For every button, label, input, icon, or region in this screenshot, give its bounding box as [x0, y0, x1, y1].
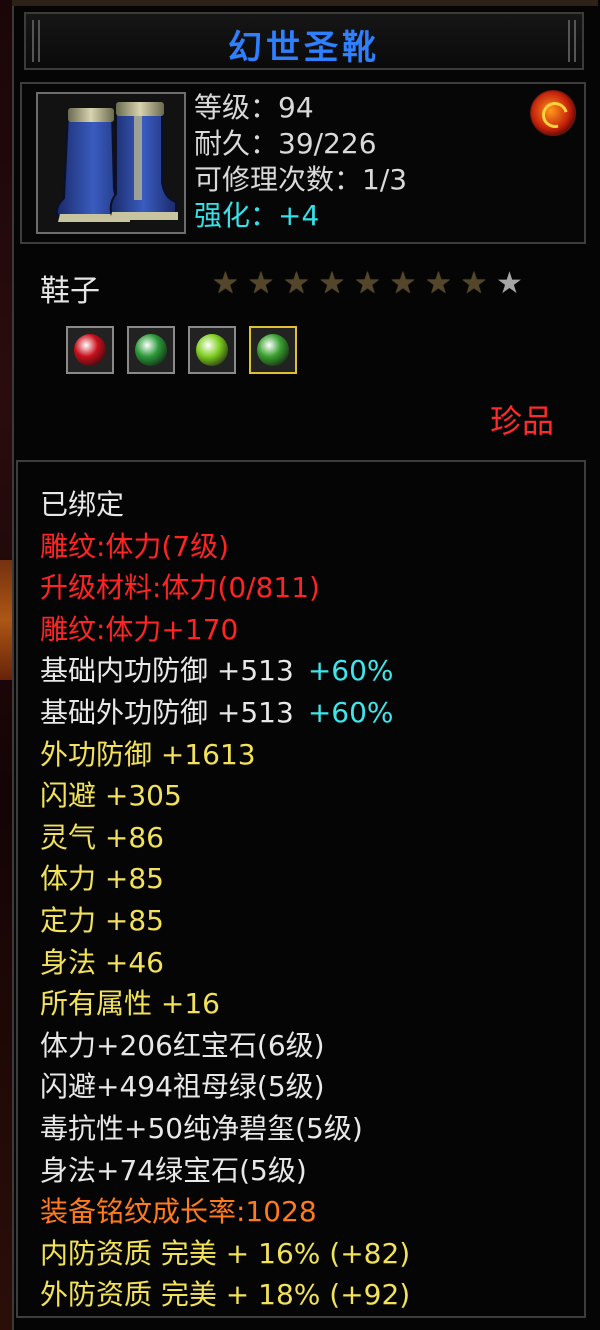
background-left-edge	[0, 0, 12, 1330]
gem-core	[196, 334, 228, 366]
ruby-gem-icon[interactable]	[66, 326, 114, 374]
boots-icon	[36, 92, 186, 234]
attribute-line: 闪避 +305	[40, 775, 410, 817]
attribute-line: 外防资质 完美 + 18% (+92)	[40, 1274, 410, 1316]
star-icon: ★	[389, 266, 417, 301]
attribute-line: 体力 +85	[40, 858, 410, 900]
attribute-text: 体力 +85	[40, 862, 164, 896]
attribute-text: 身法+74绿宝石(5级)	[40, 1153, 307, 1187]
attribute-text: 外防资质 完美 + 18% (+92)	[40, 1278, 411, 1312]
star-icon: ★	[212, 266, 239, 301]
item-stat-line: 耐久：39/226	[194, 127, 377, 160]
attribute-list: 已绑定雕纹:体力(7级) 升级材料:体力(0/811) 雕纹:体力+170 基础内功防…	[40, 484, 410, 1316]
attribute-box: 已绑定雕纹:体力(7级) 升级材料:体力(0/811) 雕纹:体力+170 基础内功防…	[16, 460, 586, 1318]
attribute-percent: +60%	[307, 654, 394, 688]
item-info-box: 等级：94 耐久：39/226 可修理次数：1/3 强化：+4	[20, 82, 586, 244]
item-type: 鞋子	[40, 274, 100, 309]
star-icon: ★	[460, 266, 488, 301]
attribute-text: 基础内功防御 +513	[40, 654, 294, 688]
title-bar: 幻世圣靴	[24, 12, 584, 70]
jade-gem-icon[interactable]	[249, 326, 297, 374]
background-glow	[0, 560, 12, 680]
attribute-line: 基础外功防御 +513 +60%	[40, 692, 410, 734]
attribute-text: 闪避+494祖母绿(5级)	[40, 1070, 325, 1104]
gem-core	[135, 334, 167, 366]
attribute-text: 外功防御 +1613	[40, 737, 256, 771]
attribute-text: 内防资质 完美 + 16% (+82)	[40, 1236, 411, 1270]
item-name: 幻世圣靴	[228, 28, 380, 68]
boots-icon-graphic	[38, 94, 184, 232]
attribute-line: 外功防御 +1613	[40, 734, 410, 776]
attribute-text: 毒抗性+50纯净碧玺(5级)	[40, 1111, 363, 1145]
peridot-gem-icon[interactable]	[188, 326, 236, 374]
star-icon: ★	[425, 266, 452, 301]
attribute-text: 体力+206红宝石(6级)	[40, 1028, 325, 1062]
attribute-line: 毒抗性+50纯净碧玺(5级)	[40, 1108, 410, 1150]
attribute-line: 身法 +46	[40, 942, 410, 984]
attribute-line: 雕纹:体力+170	[40, 609, 410, 651]
star-icon: ★	[496, 266, 523, 301]
attribute-text: 定力 +85	[40, 903, 164, 937]
attribute-text: 升级材料:体力(0/811)	[40, 571, 320, 605]
attribute-text: 雕纹:体力+170	[40, 612, 239, 646]
attribute-text: 雕纹:体力(7级)	[40, 529, 230, 563]
item-stat-line: 等级：94	[194, 91, 314, 124]
attribute-line: 已绑定	[40, 484, 410, 526]
attribute-line: 雕纹:体力(7级)	[40, 526, 410, 568]
attribute-line: 灵气 +86	[40, 817, 410, 859]
fire-emblem-icon	[530, 90, 576, 136]
item-stat-line: 可修理次数：1/3	[194, 163, 408, 196]
attribute-text: 身法 +46	[40, 945, 164, 979]
star-icon: ★	[318, 266, 346, 301]
attribute-line: 定力 +85	[40, 900, 410, 942]
item-stats: 等级：94 耐久：39/226 可修理次数：1/3 强化：+4	[194, 90, 407, 234]
star-icon: ★	[247, 266, 275, 301]
attribute-line: 身法+74绿宝石(5级)	[40, 1150, 410, 1192]
star-icon: ★	[283, 266, 310, 301]
attribute-line: 装备铭纹成长率:1028	[40, 1191, 410, 1233]
attribute-text: 所有属性 +16	[40, 987, 220, 1021]
attribute-line: 体力+206红宝石(6级)	[40, 1025, 410, 1067]
attribute-text: 基础外功防御 +513	[40, 695, 294, 729]
attribute-percent: +60%	[307, 695, 394, 729]
item-stat-line: 强化：+4	[194, 199, 320, 232]
attribute-text: 灵气 +86	[40, 820, 164, 854]
attribute-line: 内防资质 完美 + 16% (+82)	[40, 1233, 410, 1275]
attribute-line: 闪避+494祖母绿(5级)	[40, 1066, 410, 1108]
star-icon: ★	[354, 266, 381, 301]
attribute-line: 升级材料:体力(0/811)	[40, 567, 410, 609]
top-edge-strip	[12, 0, 598, 6]
gem-core	[257, 334, 289, 366]
attribute-text: 闪避 +305	[40, 779, 182, 813]
gem-core	[74, 334, 106, 366]
emerald-gem-icon[interactable]	[127, 326, 175, 374]
attribute-text: 装备铭纹成长率:1028	[40, 1195, 317, 1229]
attribute-text: 已绑定	[40, 488, 125, 521]
attribute-line: 所有属性 +16	[40, 983, 410, 1025]
attribute-line: 基础内功防御 +513 +60%	[40, 650, 410, 692]
rarity-label: 珍品	[490, 402, 555, 440]
